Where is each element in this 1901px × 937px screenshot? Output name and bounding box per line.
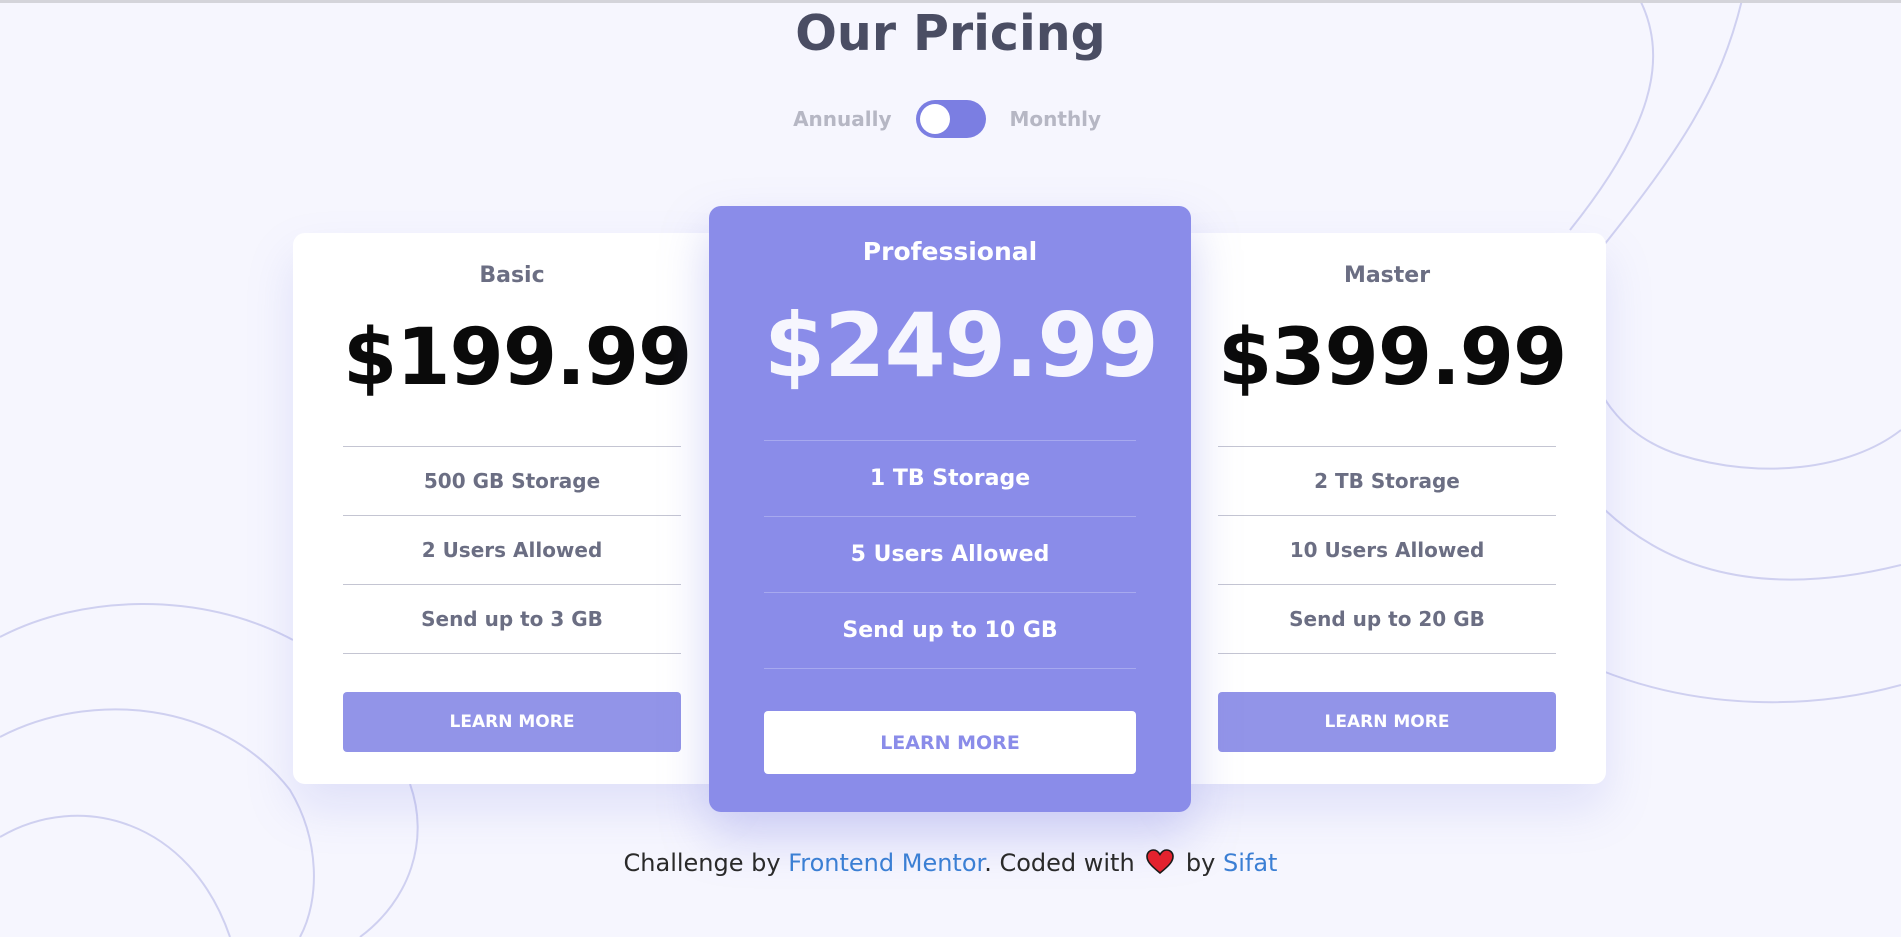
plan-price: $249.99 bbox=[764, 294, 1159, 397]
author-link[interactable]: Sifat bbox=[1223, 849, 1277, 877]
feature-item: 5 Users Allowed bbox=[764, 517, 1136, 593]
pricing-card-master: Master $399.99 2 TB Storage 10 Users All… bbox=[1176, 233, 1606, 784]
background-curve bbox=[0, 603, 294, 641]
learn-more-button[interactable]: LEARN MORE bbox=[343, 692, 681, 752]
page-title: Our Pricing bbox=[795, 5, 1106, 62]
learn-more-button[interactable]: LEARN MORE bbox=[1218, 692, 1556, 752]
plan-name: Master bbox=[1343, 263, 1431, 288]
feature-list: 2 TB Storage 10 Users Allowed Send up to… bbox=[1218, 446, 1556, 654]
footer-middle: . Coded with bbox=[984, 849, 1143, 877]
annually-label[interactable]: Annually bbox=[782, 107, 891, 131]
pricing-card-basic: Basic $199.99 500 GB Storage 2 Users All… bbox=[293, 233, 723, 784]
toggle-knob[interactable] bbox=[919, 104, 950, 134]
pricing-card-professional: Professional $249.99 1 TB Storage 5 User… bbox=[709, 206, 1191, 812]
feature-item: Send up to 3 GB bbox=[343, 585, 681, 654]
background-curve bbox=[1581, 0, 1901, 470]
background-curve bbox=[1599, 669, 1901, 704]
billing-toggle-switch[interactable] bbox=[915, 100, 986, 138]
heart-icon bbox=[1146, 849, 1175, 881]
attribution-footer: Challenge by Frontend Mentor. Coded with… bbox=[0, 849, 1901, 881]
background-curve bbox=[1604, 509, 1901, 581]
billing-toggle: Annually Monthly bbox=[0, 100, 1901, 138]
top-border bbox=[0, 0, 1901, 3]
feature-item: 2 Users Allowed bbox=[343, 516, 681, 585]
frontend-mentor-link[interactable]: Frontend Mentor bbox=[788, 849, 984, 877]
plan-name: Professional bbox=[862, 237, 1038, 266]
feature-item: 1 TB Storage bbox=[764, 441, 1136, 517]
feature-list: 1 TB Storage 5 Users Allowed Send up to … bbox=[764, 440, 1136, 669]
background-curve bbox=[0, 708, 315, 937]
plan-price: $199.99 bbox=[343, 313, 692, 403]
feature-item: 2 TB Storage bbox=[1218, 447, 1556, 516]
feature-item: Send up to 10 GB bbox=[764, 593, 1136, 669]
feature-item: Send up to 20 GB bbox=[1218, 585, 1556, 654]
learn-more-button[interactable]: LEARN MORE bbox=[764, 711, 1136, 774]
plan-name: Basic bbox=[479, 263, 545, 288]
plan-price: $399.99 bbox=[1218, 313, 1567, 403]
feature-item: 10 Users Allowed bbox=[1218, 516, 1556, 585]
footer-by: by bbox=[1178, 849, 1223, 877]
feature-list: 500 GB Storage 2 Users Allowed Send up t… bbox=[343, 446, 681, 654]
footer-prefix: Challenge by bbox=[623, 849, 789, 877]
feature-item: 500 GB Storage bbox=[343, 447, 681, 516]
monthly-label[interactable]: Monthly bbox=[1010, 107, 1120, 131]
